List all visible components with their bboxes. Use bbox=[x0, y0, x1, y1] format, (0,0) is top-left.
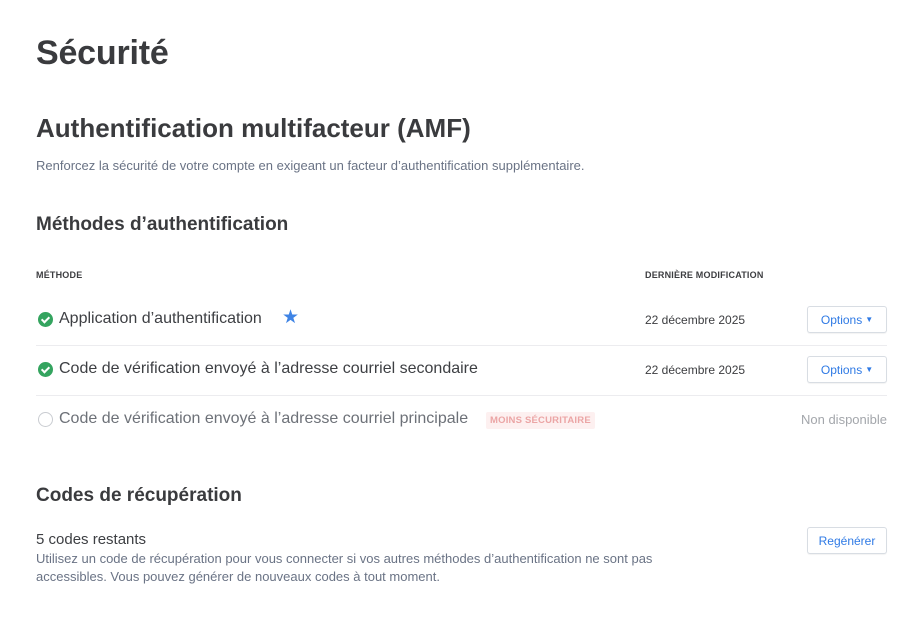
method-row-primary-email: Code de vérification envoyé à l’adresse … bbox=[36, 395, 887, 445]
options-button-label: Options bbox=[820, 312, 863, 327]
column-header-last-modified: DERNIÈRE MODIFICATION bbox=[645, 270, 764, 280]
less-secure-badge: MOINS SÉCURITAIRE bbox=[486, 412, 595, 429]
regenerate-button[interactable]: Regénérer bbox=[807, 527, 887, 554]
check-circle-icon bbox=[38, 312, 53, 327]
method-label: Code de vérification envoyé à l’adresse … bbox=[59, 360, 478, 377]
options-button-secondary-email[interactable]: Options ▼ bbox=[807, 356, 887, 383]
chevron-down-icon: ▼ bbox=[865, 315, 874, 324]
method-label: Code de vérification envoyé à l’adresse … bbox=[59, 410, 469, 427]
recovery-codes-count: 5 codes restants bbox=[36, 531, 147, 548]
method-date: 22 décembre 2025 bbox=[645, 313, 746, 327]
method-row-authenticator-app: Application d’authentification ★ 22 déce… bbox=[36, 295, 887, 346]
star-icon: ★ bbox=[282, 307, 300, 328]
options-button-authenticator-app[interactable]: Options ▼ bbox=[807, 306, 887, 333]
methods-title: Méthodes d’authentification bbox=[36, 214, 289, 235]
method-label: Application d’authentification bbox=[59, 310, 262, 327]
options-button-label: Options bbox=[820, 362, 863, 377]
recovery-title: Codes de récupération bbox=[36, 485, 242, 506]
check-circle-icon bbox=[38, 362, 53, 377]
page-title: Sécurité bbox=[36, 34, 169, 72]
method-row-secondary-email: Code de vérification envoyé à l’adresse … bbox=[36, 345, 887, 396]
column-header-method: MÉTHODE bbox=[36, 270, 83, 280]
method-date: 22 décembre 2025 bbox=[645, 363, 746, 377]
chevron-down-icon: ▼ bbox=[865, 365, 874, 374]
mfa-title: Authentification multifacteur (AMF) bbox=[36, 113, 471, 143]
availability-status: Non disponible bbox=[800, 412, 887, 427]
mfa-description: Renforcez la sécurité de votre compte en… bbox=[36, 158, 585, 173]
recovery-description: Utilisez un code de récupération pour vo… bbox=[36, 551, 653, 584]
empty-circle-icon bbox=[38, 412, 53, 427]
